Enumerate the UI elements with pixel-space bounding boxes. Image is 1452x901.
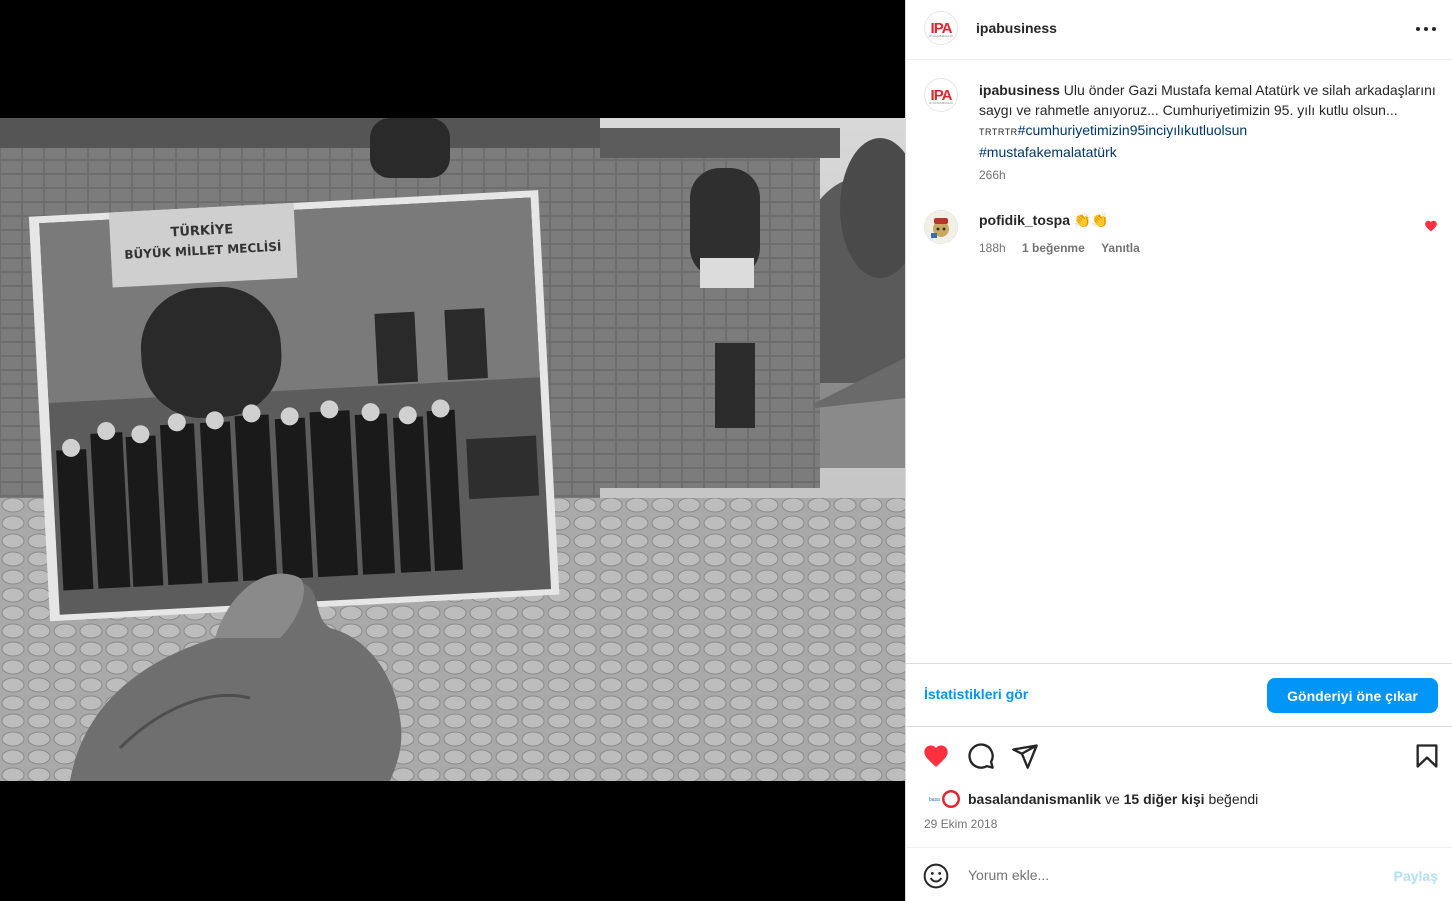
post-actions-bar: [906, 738, 1452, 774]
post-date[interactable]: 29 Ekim 2018: [924, 817, 997, 831]
hashtag-link[interactable]: #mustafakemalatatürk: [979, 144, 1117, 160]
commenter-avatar-image: [925, 211, 957, 243]
view-insights-link[interactable]: İstatistikleri gör: [924, 686, 1028, 702]
add-comment-bar: Paylaş: [906, 847, 1452, 901]
author-username[interactable]: ipabusiness: [976, 20, 1057, 36]
first-liker-username[interactable]: basalandanismanlik: [968, 791, 1101, 807]
liker-avatar-image: [942, 790, 960, 808]
ipa-logo-subtitle: IP DANIŞMANLIK: [929, 101, 953, 105]
comment-input[interactable]: [968, 864, 1368, 886]
likes-summary: basal basalandanismanlik ve 15 diğer kiş…: [924, 788, 1258, 810]
comment-button[interactable]: [967, 742, 995, 770]
like-button[interactable]: [922, 742, 950, 770]
comment-meta: 188h 1 beğenme Yanıtla: [979, 241, 1153, 255]
boost-post-button[interactable]: Gönderiyi öne çıkar: [1267, 678, 1438, 713]
post-photo-illustration: TÜRKİYE BÜYÜK MİLLET MECLİSİ: [0, 118, 905, 781]
likes-suffix: beğendi: [1204, 791, 1259, 807]
caption-timestamp[interactable]: 266h: [979, 168, 1006, 182]
post-media-pane: TÜRKİYE BÜYÜK MİLLET MECLİSİ: [0, 0, 905, 901]
bookmark-icon: [1416, 744, 1438, 768]
send-icon: [1012, 744, 1038, 769]
ipa-logo-subtitle: IP DANIŞMANLIK: [929, 34, 953, 38]
heart-filled-icon: [1425, 220, 1437, 232]
post-comment-button[interactable]: Paylaş: [1394, 868, 1438, 884]
commenter-username[interactable]: pofidik_tospa: [979, 212, 1070, 228]
heart-filled-icon: [924, 745, 948, 767]
save-button[interactable]: [1413, 742, 1441, 770]
instagram-post-modal: TÜRKİYE BÜYÜK MİLLET MECLİSİ IPA IP DANI…: [0, 0, 1452, 901]
post-side-panel: IPA IP DANIŞMANLIK ipabusiness IPA IP DA…: [905, 0, 1452, 901]
post-caption: ipabusiness Ulu önder Gazi Mustafa kemal…: [979, 80, 1439, 162]
comment-timestamp[interactable]: 188h: [979, 241, 1006, 255]
author-avatar[interactable]: IPA IP DANIŞMANLIK: [924, 11, 958, 45]
comment-like-button[interactable]: [1424, 219, 1438, 233]
other-likers-link[interactable]: 15 diğer kişi: [1124, 791, 1205, 807]
caption-author-avatar[interactable]: IPA IP DANIŞMANLIK: [924, 78, 958, 112]
comment-body: pofidik_tospa 👏👏: [979, 210, 1109, 230]
caption-flags: TRTRTR: [979, 127, 1018, 137]
post-header: IPA IP DANIŞMANLIK ipabusiness: [906, 0, 1452, 60]
post-photo[interactable]: TÜRKİYE BÜYÜK MİLLET MECLİSİ: [0, 118, 905, 781]
more-options-button[interactable]: [1415, 18, 1437, 40]
liker-avatar[interactable]: [940, 788, 962, 810]
hashtag-link[interactable]: #cumhuriyetimizin95inciyılıkutluolsun: [1018, 122, 1248, 138]
share-button[interactable]: [1011, 742, 1039, 770]
insights-bar: İstatistikleri gör Gönderiyi öne çıkar: [906, 663, 1452, 727]
comment-reply-button[interactable]: Yanıtla: [1101, 241, 1140, 255]
photo-sign-line1: TÜRKİYE: [170, 221, 233, 240]
caption-username[interactable]: ipabusiness: [979, 82, 1060, 98]
commenter-avatar[interactable]: [924, 210, 958, 244]
likes-joiner: ve: [1101, 791, 1124, 807]
smiley-icon: [923, 863, 949, 889]
more-horizontal-icon: [1416, 27, 1436, 31]
comment-text: 👏👏: [1070, 212, 1109, 228]
comment-likes-count[interactable]: 1 beğenme: [1022, 241, 1085, 255]
emoji-picker-button[interactable]: [923, 863, 949, 889]
comment-icon: [968, 743, 994, 769]
